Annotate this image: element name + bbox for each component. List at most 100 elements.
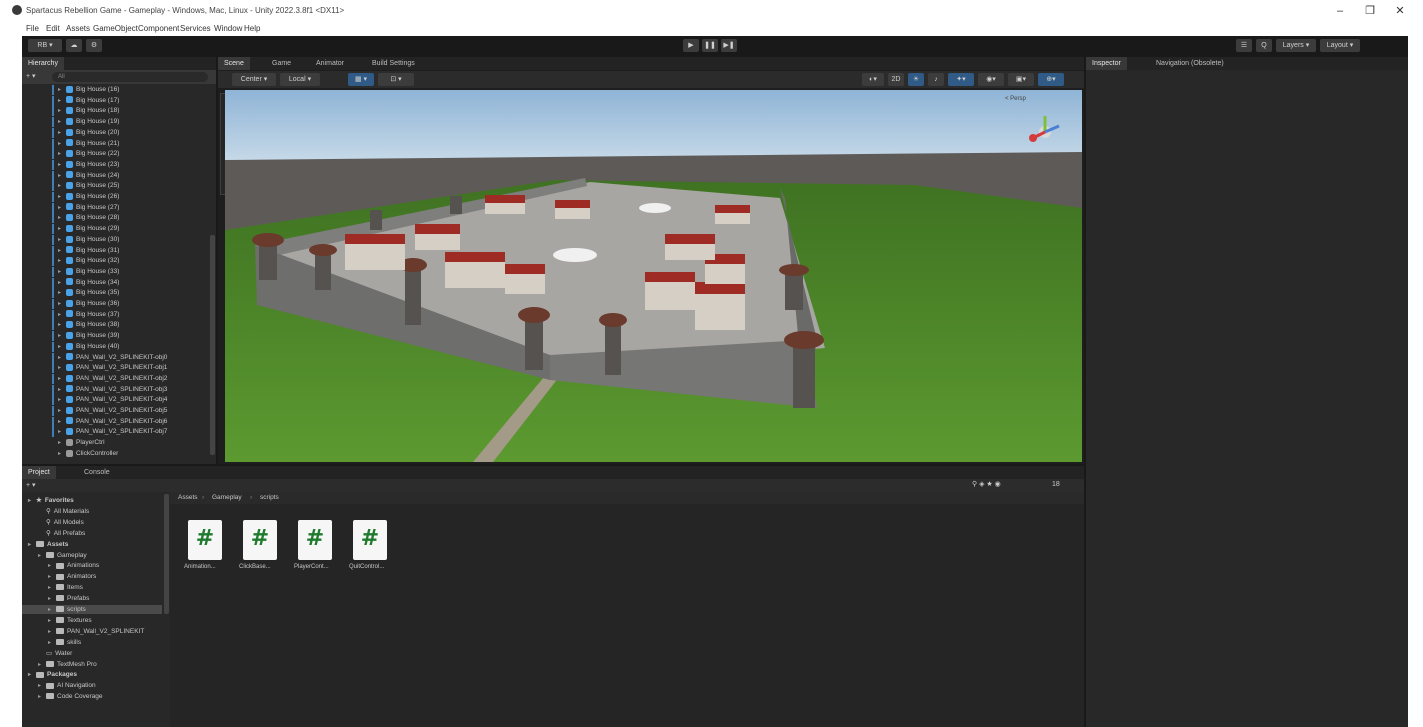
hierarchy-item[interactable]: ▸ ClickController	[22, 449, 118, 458]
script-asset[interactable]: #	[243, 520, 277, 560]
project-tree-item[interactable]: ▸ ★ Favorites	[22, 496, 162, 505]
minimize-button[interactable]: –	[1327, 3, 1353, 19]
expand-arrow-icon[interactable]: ▸	[58, 428, 66, 437]
expand-arrow-icon[interactable]: ▸	[58, 268, 66, 277]
expand-arrow-icon[interactable]: ▸	[28, 497, 36, 506]
menu-window[interactable]: Window	[214, 24, 242, 33]
project-tree-item[interactable]: ▸ Packages	[22, 670, 162, 679]
2d-toggle[interactable]: 2D	[888, 73, 904, 86]
menu-assets[interactable]: Assets	[66, 24, 90, 33]
expand-arrow-icon[interactable]: ▸	[48, 573, 56, 582]
cloud-icon[interactable]: ☁	[66, 39, 82, 52]
menu-file[interactable]: File	[26, 24, 39, 33]
expand-arrow-icon[interactable]: ▸	[38, 661, 46, 670]
menu-gameobject[interactable]: GameObject	[93, 24, 138, 33]
expand-arrow-icon[interactable]: ▸	[58, 439, 66, 448]
project-tree-item[interactable]: ▸ AI Navigation	[22, 681, 162, 690]
hierarchy-item[interactable]: ▸ Big House (18)	[22, 106, 119, 115]
effects-dropdown[interactable]: ✦▾	[948, 73, 974, 86]
hierarchy-item[interactable]: ▸ Big House (23)	[22, 160, 119, 169]
expand-arrow-icon[interactable]: ▸	[58, 418, 66, 427]
expand-arrow-icon[interactable]: ▸	[58, 236, 66, 245]
pivot-local-dropdown[interactable]: Local ▾	[280, 73, 320, 86]
tab-hierarchy[interactable]: Hierarchy	[22, 57, 64, 70]
project-tree-item[interactable]: ▸ skills	[22, 638, 162, 647]
lighting-toggle-icon[interactable]: ☀	[908, 73, 924, 86]
camera-dropdown[interactable]: ▣▾	[1008, 73, 1034, 86]
gizmos-dropdown[interactable]: ⊕▾	[1038, 73, 1064, 86]
hierarchy-item[interactable]: ▸ Big House (17)	[22, 96, 119, 105]
project-tree-item[interactable]: ▸ scripts	[22, 605, 162, 614]
expand-arrow-icon[interactable]: ▸	[58, 118, 66, 127]
expand-arrow-icon[interactable]: ▸	[48, 562, 56, 571]
hierarchy-item[interactable]: ▸ Big House (34)	[22, 278, 119, 287]
hierarchy-item[interactable]: ▸ Big House (30)	[22, 235, 119, 244]
hierarchy-item[interactable]: ▸ Big House (36)	[22, 299, 119, 308]
expand-arrow-icon[interactable]: ▸	[58, 386, 66, 395]
script-asset[interactable]: #	[298, 520, 332, 560]
expand-arrow-icon[interactable]: ▸	[58, 182, 66, 191]
hierarchy-item[interactable]: ▸ Big House (26)	[22, 192, 119, 201]
tab-game[interactable]: Game	[266, 57, 297, 70]
hierarchy-item[interactable]: ▸ Big House (31)	[22, 246, 119, 255]
hierarchy-item[interactable]: ▸ Big House (24)	[22, 171, 119, 180]
step-button[interactable]: ▶❚	[721, 39, 737, 52]
expand-arrow-icon[interactable]: ▸	[58, 375, 66, 384]
hierarchy-item[interactable]: ▸ Big House (37)	[22, 310, 119, 319]
project-tree-item[interactable]: ▸ Textures	[22, 616, 162, 625]
expand-arrow-icon[interactable]: ▸	[58, 204, 66, 213]
project-tree-item[interactable]: ▸ Code Coverage	[22, 692, 162, 701]
script-asset[interactable]: #	[353, 520, 387, 560]
tab-scene[interactable]: Scene	[218, 57, 250, 70]
history-icon[interactable]: ☰	[1236, 39, 1252, 52]
project-tree-item[interactable]: ▸ Animators	[22, 572, 162, 581]
hierarchy-scrollbar[interactable]	[210, 235, 215, 455]
expand-arrow-icon[interactable]: ▸	[58, 161, 66, 170]
expand-arrow-icon[interactable]: ▸	[58, 247, 66, 256]
menu-help[interactable]: Help	[244, 24, 260, 33]
hierarchy-item[interactable]: ▸ PAN_Wall_V2_SPLINEKIT-obj6	[22, 417, 167, 426]
add-dropdown-button[interactable]: + ▾	[26, 72, 36, 80]
tab-navigation-obsolete[interactable]: Navigation (Obsolete)	[1150, 57, 1230, 70]
tab-project[interactable]: Project	[22, 466, 56, 479]
expand-arrow-icon[interactable]: ▸	[58, 107, 66, 116]
layout-dropdown[interactable]: Layout ▾	[1320, 39, 1360, 52]
hidden-objects-dropdown[interactable]: ◉▾	[978, 73, 1004, 86]
hierarchy-item[interactable]: ▸ Big House (19)	[22, 117, 119, 126]
hierarchy-item[interactable]: ▸ Big House (39)	[22, 331, 119, 340]
expand-arrow-icon[interactable]: ▸	[28, 541, 36, 550]
expand-arrow-icon[interactable]: ▸	[58, 343, 66, 352]
audio-toggle-icon[interactable]: ♪	[928, 73, 944, 86]
hierarchy-search-input[interactable]: All	[52, 72, 208, 82]
breadcrumb-scripts[interactable]: scripts	[260, 494, 279, 501]
project-tree-item[interactable]: ⚲ All Models	[22, 518, 162, 527]
hierarchy-item[interactable]: ▸ PlayerCtrl	[22, 438, 105, 447]
tab-inspector[interactable]: Inspector	[1086, 57, 1127, 70]
layers-dropdown[interactable]: Layers ▾	[1276, 39, 1316, 52]
hierarchy-item[interactable]: ▸ Big House (32)	[22, 256, 119, 265]
project-add-button[interactable]: + ▾	[26, 481, 36, 489]
expand-arrow-icon[interactable]: ▸	[58, 321, 66, 330]
expand-arrow-icon[interactable]: ▸	[58, 289, 66, 298]
expand-arrow-icon[interactable]: ▸	[58, 129, 66, 138]
expand-arrow-icon[interactable]: ▸	[58, 311, 66, 320]
expand-arrow-icon[interactable]: ▸	[58, 225, 66, 234]
expand-arrow-icon[interactable]: ▸	[58, 150, 66, 159]
hierarchy-item[interactable]: ▸ Big House (33)	[22, 267, 119, 276]
snap-increment-button[interactable]: ⊡ ▾	[378, 73, 414, 86]
maximize-button[interactable]: ❐	[1357, 3, 1383, 19]
menu-services[interactable]: Services	[180, 24, 211, 33]
hierarchy-item[interactable]: ▸ PAN_Wall_V2_SPLINEKIT-obj0	[22, 353, 167, 362]
hierarchy-item[interactable]: ▸ PAN_Wall_V2_SPLINEKIT-obj7	[22, 427, 167, 436]
hierarchy-item[interactable]: ▸ PAN_Wall_V2_SPLINEKIT-obj3	[22, 385, 167, 394]
project-tree-item[interactable]: ▸ Assets	[22, 540, 162, 549]
expand-arrow-icon[interactable]: ▸	[58, 450, 66, 459]
expand-arrow-icon[interactable]: ▸	[58, 97, 66, 106]
expand-arrow-icon[interactable]: ▸	[38, 552, 46, 561]
expand-arrow-icon[interactable]: ▸	[58, 257, 66, 266]
project-tree-item[interactable]: ▸ Animations	[22, 561, 162, 570]
hierarchy-item[interactable]: ▸ Big House (29)	[22, 224, 119, 233]
collab-icon[interactable]: ⚙	[86, 39, 102, 52]
hierarchy-item[interactable]: ▸ PAN_Wall_V2_SPLINEKIT-obj2	[22, 374, 167, 383]
expand-arrow-icon[interactable]: ▸	[48, 595, 56, 604]
